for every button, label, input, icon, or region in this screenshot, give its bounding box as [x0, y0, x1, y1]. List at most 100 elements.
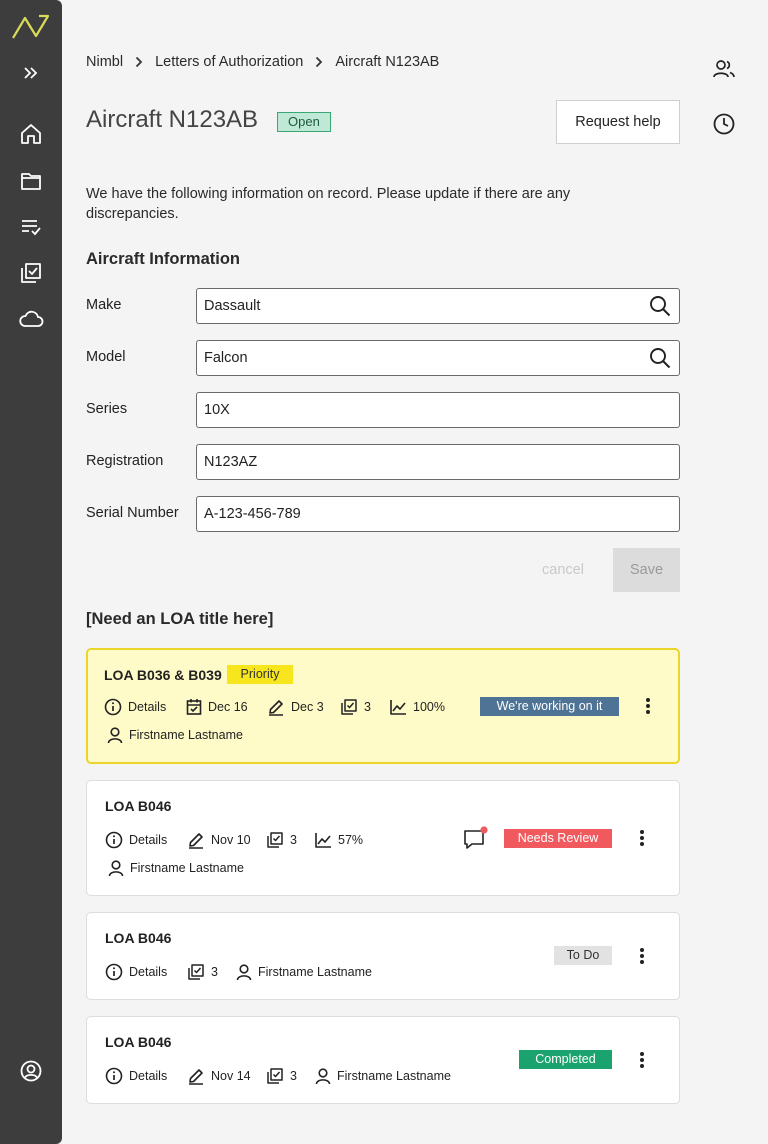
series-label: Series [86, 401, 128, 417]
registration-field[interactable] [204, 445, 634, 479]
edited-date-label: Nov 14 [211, 1069, 251, 1083]
due-date: Dec 16 [186, 698, 248, 716]
progress: 57% [314, 831, 363, 849]
assignee-name: Firstname Lastname [337, 1069, 451, 1083]
details-label: Details [129, 1069, 168, 1083]
search-icon[interactable] [649, 347, 671, 374]
details-link[interactable]: Details [104, 698, 166, 716]
priority-badge: Priority [227, 665, 293, 684]
section-title: Aircraft Information [86, 250, 241, 268]
loa-card-title: LOA B046 [105, 930, 172, 946]
search-icon[interactable] [649, 295, 671, 322]
registration-label: Registration [86, 453, 164, 469]
details-label: Details [128, 700, 167, 714]
progress: 100% [389, 698, 445, 716]
trend-icon [315, 833, 331, 848]
page-title: Aircraft N123AB [86, 106, 259, 133]
make-label: Make [86, 297, 122, 313]
edited-date: Dec 3 [267, 698, 324, 716]
make-field-box [196, 288, 680, 324]
tasks-list-icon[interactable] [16, 212, 46, 242]
breadcrumb-item-aircraft: Aircraft N123AB [335, 54, 440, 70]
registration-field-box [196, 444, 680, 480]
details-link[interactable]: Details [105, 963, 167, 981]
comment-notification-icon[interactable] [463, 826, 495, 852]
progress-label: 100% [413, 700, 445, 714]
status-badge: Completed [519, 1050, 612, 1069]
task-count-label: 3 [290, 1069, 297, 1083]
make-field[interactable] [204, 289, 634, 323]
tasks-icon [267, 832, 283, 848]
save-button[interactable]: Save [613, 548, 680, 592]
model-field-box [196, 340, 680, 376]
edit-icon [269, 700, 283, 716]
loa-card[interactable]: LOA B046 Details Nov 10 3 57% Firstname … [86, 780, 680, 896]
loa-card[interactable]: LOA B046 Details 3 Firstname Lastname To… [86, 912, 680, 1000]
status-badge: Needs Review [504, 829, 612, 848]
expand-icon[interactable] [16, 58, 46, 88]
edited-date-label: Dec 3 [291, 700, 324, 714]
user-icon [315, 1068, 331, 1085]
info-icon [105, 1067, 123, 1085]
task-count-label: 3 [364, 700, 371, 714]
loa-card[interactable]: LOA B046 Details Nov 14 3 Firstname Last… [86, 1016, 680, 1104]
more-options-icon[interactable] [634, 1049, 650, 1071]
details-link[interactable]: Details [105, 831, 167, 849]
series-field[interactable] [204, 393, 634, 427]
edited-date: Nov 10 [187, 831, 251, 849]
due-date-label: Dec 16 [208, 700, 248, 714]
series-field-box [196, 392, 680, 428]
account-icon[interactable] [16, 1056, 46, 1086]
edited-date-label: Nov 10 [211, 833, 251, 847]
progress-label: 57% [338, 833, 364, 847]
loa-card[interactable]: LOA B036 & B039 Priority Details Dec 16 … [86, 648, 680, 764]
assignee: Firstname Lastname [108, 859, 244, 877]
request-help-button[interactable]: Request help [556, 100, 680, 144]
loa-card-title: LOA B046 [105, 1034, 172, 1050]
more-options-icon[interactable] [640, 695, 656, 717]
breadcrumb-item-nimbl[interactable]: Nimbl [86, 54, 123, 70]
folder-icon[interactable] [16, 166, 46, 196]
task-count: 3 [340, 698, 371, 716]
status-badge: To Do [554, 946, 612, 965]
details-label: Details [129, 833, 168, 847]
history-icon[interactable] [710, 110, 738, 138]
breadcrumb-item-letters[interactable]: Letters of Authorization [155, 54, 303, 70]
trend-icon [390, 700, 406, 715]
cloud-icon[interactable] [16, 304, 46, 334]
breadcrumb: Nimbl Letters of Authorization Aircraft … [86, 52, 439, 72]
more-options-icon[interactable] [634, 945, 650, 967]
loa-card-title: LOA B036 & B039 [104, 667, 222, 683]
checklist-icon[interactable] [16, 258, 46, 288]
edited-date: Nov 14 [187, 1067, 251, 1085]
model-label: Model [86, 349, 126, 365]
details-link[interactable]: Details [105, 1067, 167, 1085]
serial-number-field[interactable] [204, 497, 634, 531]
tasks-icon [267, 1068, 283, 1084]
task-count-label: 3 [211, 965, 218, 979]
people-icon[interactable] [710, 55, 738, 83]
edit-icon [189, 1069, 203, 1085]
assignee: Firstname Lastname [107, 726, 243, 744]
loa-section-heading: [Need an LOA title here] [86, 610, 274, 628]
assignee-name: Firstname Lastname [258, 965, 372, 979]
serial-number-field-box [196, 496, 680, 532]
model-field[interactable] [204, 341, 634, 375]
chevron-right-icon [135, 56, 143, 68]
intro-text: We have the following information on rec… [86, 186, 571, 222]
details-label: Details [129, 965, 168, 979]
assignee-name: Firstname Lastname [130, 861, 244, 875]
task-count: 3 [266, 831, 297, 849]
user-icon [108, 860, 124, 877]
task-count: 3 [187, 963, 218, 981]
assignee: Firstname Lastname [236, 963, 372, 981]
serial-number-label: Serial Number [86, 505, 179, 521]
tasks-icon [341, 699, 357, 715]
more-options-icon[interactable] [634, 827, 650, 849]
loa-card-title: LOA B046 [105, 798, 172, 814]
calendar-check-icon [186, 699, 202, 715]
nimbl-logo-icon[interactable] [10, 12, 52, 42]
info-icon [105, 831, 123, 849]
cancel-button[interactable]: cancel [528, 558, 598, 582]
home-icon[interactable] [16, 119, 46, 149]
